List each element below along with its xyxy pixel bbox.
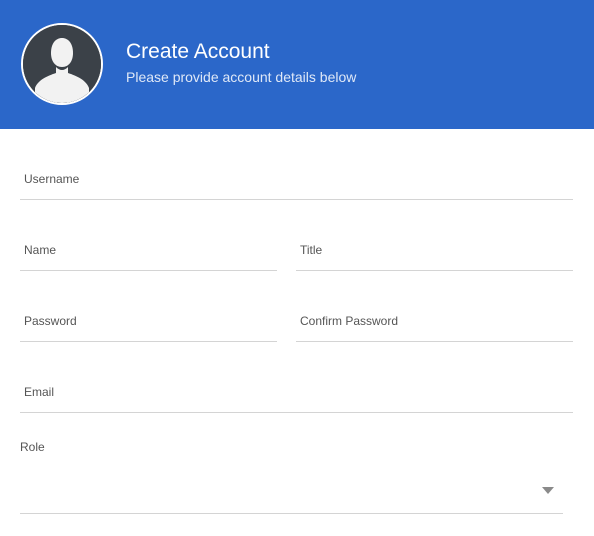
user-silhouette-icon xyxy=(23,25,101,103)
title-field xyxy=(296,230,573,271)
password-field xyxy=(20,301,277,342)
role-label: Role xyxy=(20,440,45,454)
username-input[interactable] xyxy=(20,159,573,199)
page-subtitle: Please provide account details below xyxy=(126,69,357,85)
email-field xyxy=(20,372,573,413)
email-input[interactable] xyxy=(20,372,573,412)
chevron-down-icon[interactable] xyxy=(542,487,554,494)
header-banner: Create Account Please provide account de… xyxy=(0,0,594,129)
title-input[interactable] xyxy=(296,230,573,270)
avatar[interactable] xyxy=(21,23,103,105)
confirm-password-input[interactable] xyxy=(296,301,573,341)
password-input[interactable] xyxy=(20,301,277,341)
page-title: Create Account xyxy=(126,40,270,63)
name-input[interactable] xyxy=(20,230,277,270)
username-field xyxy=(20,159,573,200)
name-field xyxy=(20,230,277,271)
role-select[interactable] xyxy=(20,470,563,514)
confirm-password-field xyxy=(296,301,573,342)
